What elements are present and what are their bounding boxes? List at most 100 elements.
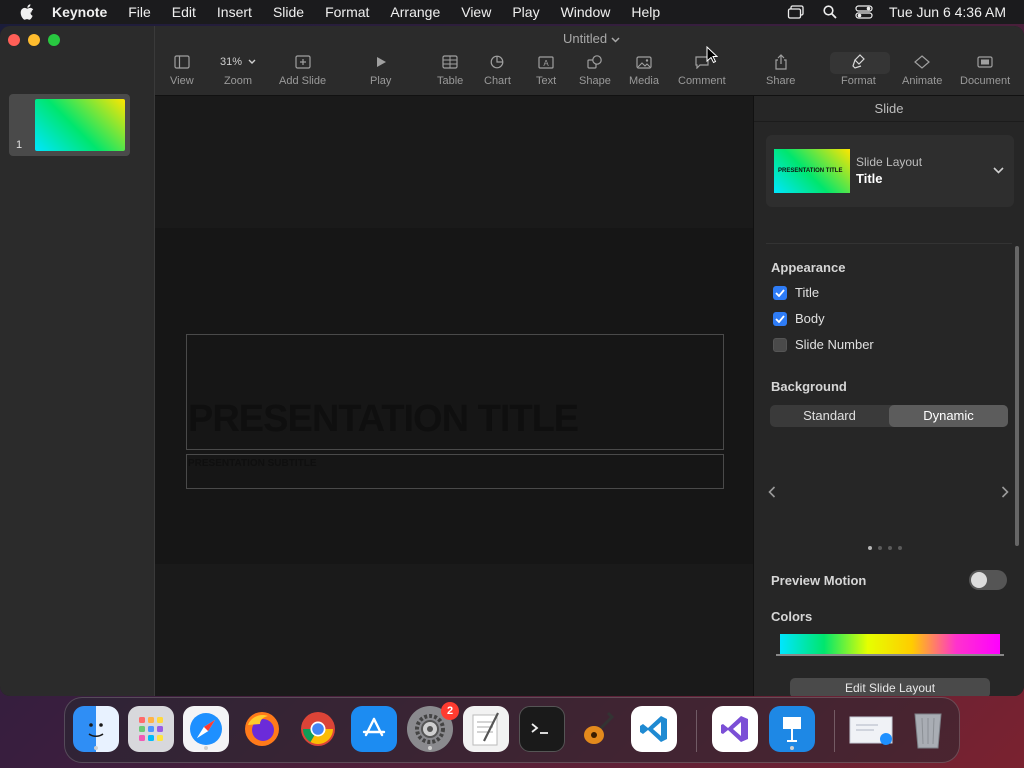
body-checkbox-row[interactable]: Body	[773, 311, 825, 326]
title-checkbox[interactable]	[773, 285, 787, 300]
slide-number-checkbox[interactable]	[773, 337, 787, 352]
launchpad-icon[interactable]	[128, 706, 174, 752]
color-gradient-strip[interactable]	[780, 634, 1000, 654]
slide-navigator: 1	[0, 26, 155, 696]
chart-button[interactable]: Chart	[484, 52, 511, 87]
menu-play[interactable]: Play	[512, 4, 539, 20]
menu-format[interactable]: Format	[325, 4, 369, 20]
garageband-icon[interactable]	[575, 706, 621, 752]
vscode-icon[interactable]	[631, 706, 677, 752]
share-label: Share	[766, 75, 796, 87]
preview-motion-toggle[interactable]	[969, 570, 1007, 590]
zoom-selector: 31%	[220, 52, 256, 72]
page-dot[interactable]	[868, 546, 872, 550]
share-button[interactable]: Share	[766, 52, 795, 87]
window-switcher-icon[interactable]	[787, 5, 805, 19]
zoom-value: 31%	[220, 56, 243, 68]
comment-label: Comment	[678, 75, 726, 87]
layout-label: Slide Layout	[856, 155, 923, 169]
document-title[interactable]: Untitled	[563, 31, 620, 46]
menu-view[interactable]: View	[461, 4, 491, 20]
apple-icon[interactable]	[20, 4, 34, 20]
terminal-icon[interactable]	[519, 706, 565, 752]
text-button[interactable]: A Text	[536, 52, 556, 87]
close-window-button[interactable]	[8, 34, 20, 46]
dock-separator	[696, 710, 697, 752]
view-label: View	[170, 75, 194, 87]
menu-insert[interactable]: Insert	[217, 4, 252, 20]
menu-app-keynote[interactable]: Keynote	[52, 4, 107, 20]
view-button[interactable]: View	[170, 52, 194, 87]
colors-heading: Colors	[771, 609, 813, 624]
format-button[interactable]: Format	[841, 52, 876, 87]
inspector-scrollbar[interactable]	[1015, 246, 1019, 546]
preview-motion-label: Preview Motion	[771, 573, 867, 588]
body-checkbox[interactable]	[773, 311, 787, 326]
visual-studio-icon[interactable]	[712, 706, 758, 752]
body-checkbox-label: Body	[795, 311, 825, 326]
background-dynamic-tab[interactable]: Dynamic	[889, 405, 1008, 427]
page-dot[interactable]	[898, 546, 902, 550]
title-checkbox-row[interactable]: Title	[773, 285, 819, 300]
safari-icon[interactable]	[183, 706, 229, 752]
text-label: Text	[536, 75, 557, 87]
menu-bar: Keynote File Edit Insert Slide Format Ar…	[0, 0, 1024, 24]
media-button[interactable]: Media	[629, 52, 659, 87]
background-segmented-control[interactable]: Standard Dynamic	[770, 405, 1008, 427]
shape-icon	[587, 52, 603, 72]
diamond-icon	[913, 52, 931, 72]
layout-chevron-down-icon[interactable]	[993, 161, 1004, 179]
menu-window[interactable]: Window	[561, 4, 611, 20]
share-icon	[774, 52, 788, 72]
add-slide-button[interactable]: Add Slide	[279, 52, 326, 87]
trash-icon[interactable]	[905, 706, 951, 752]
animate-button[interactable]: Animate	[902, 52, 942, 87]
keynote-window: 1 Untitled View 31% Zoom Add Slide Play …	[0, 26, 1024, 696]
slide-number-checkbox-row[interactable]: Slide Number	[773, 337, 874, 352]
gradient-slider-track[interactable]	[776, 654, 1004, 656]
title-checkbox-label: Title	[795, 285, 820, 300]
firefox-icon[interactable]	[239, 706, 285, 752]
menu-slide[interactable]: Slide	[273, 4, 304, 20]
shape-button[interactable]: Shape	[579, 52, 611, 87]
table-icon	[442, 52, 458, 72]
chrome-icon[interactable]	[295, 706, 341, 752]
zoom-control[interactable]: 31% Zoom	[220, 52, 256, 87]
slide-canvas[interactable]: PRESENTATION TITLE PRESENTATION SUBTITLE	[155, 96, 753, 696]
page-indicator[interactable]	[868, 546, 902, 550]
menu-file[interactable]: File	[128, 4, 151, 20]
slide-layout-selector[interactable]: PRESENTATION TITLE Slide Layout Title	[766, 135, 1014, 207]
keynote-icon[interactable]	[769, 706, 815, 752]
text-box-icon: A	[538, 52, 554, 72]
downloads-stack-icon[interactable]	[848, 706, 894, 752]
chevron-left-icon[interactable]	[768, 485, 776, 503]
menu-edit[interactable]: Edit	[172, 4, 196, 20]
slide-thumbnail-1[interactable]	[35, 99, 125, 151]
document-title-text: Untitled	[563, 31, 608, 46]
chevron-right-icon[interactable]	[1001, 485, 1009, 503]
background-standard-tab[interactable]: Standard	[770, 405, 889, 427]
menu-arrange[interactable]: Arrange	[390, 4, 440, 20]
document-button[interactable]: Document	[960, 52, 1010, 87]
comment-button[interactable]: Comment	[678, 52, 726, 87]
play-button[interactable]: Play	[370, 52, 391, 87]
app-store-icon[interactable]	[351, 706, 397, 752]
finder-icon[interactable]	[73, 706, 119, 752]
control-center-icon[interactable]	[855, 5, 873, 19]
page-dot[interactable]	[888, 546, 892, 550]
play-label: Play	[370, 75, 392, 87]
slide-title[interactable]: PRESENTATION TITLE	[188, 398, 579, 441]
layout-thumbnail: PRESENTATION TITLE	[774, 149, 850, 193]
table-button[interactable]: Table	[437, 52, 463, 87]
slide-subtitle[interactable]: PRESENTATION SUBTITLE	[188, 458, 317, 469]
menubar-clock[interactable]: Tue Jun 6 4:36 AM	[889, 4, 1006, 20]
minimize-window-button[interactable]	[28, 34, 40, 46]
zoom-chevron-down-icon	[248, 59, 256, 64]
chart-icon	[490, 52, 504, 72]
fullscreen-window-button[interactable]	[48, 34, 60, 46]
spotlight-search-icon[interactable]	[821, 5, 839, 19]
textedit-icon[interactable]	[463, 706, 509, 752]
edit-slide-layout-button[interactable]: Edit Slide Layout	[790, 678, 990, 696]
page-dot[interactable]	[878, 546, 882, 550]
menu-help[interactable]: Help	[631, 4, 660, 20]
